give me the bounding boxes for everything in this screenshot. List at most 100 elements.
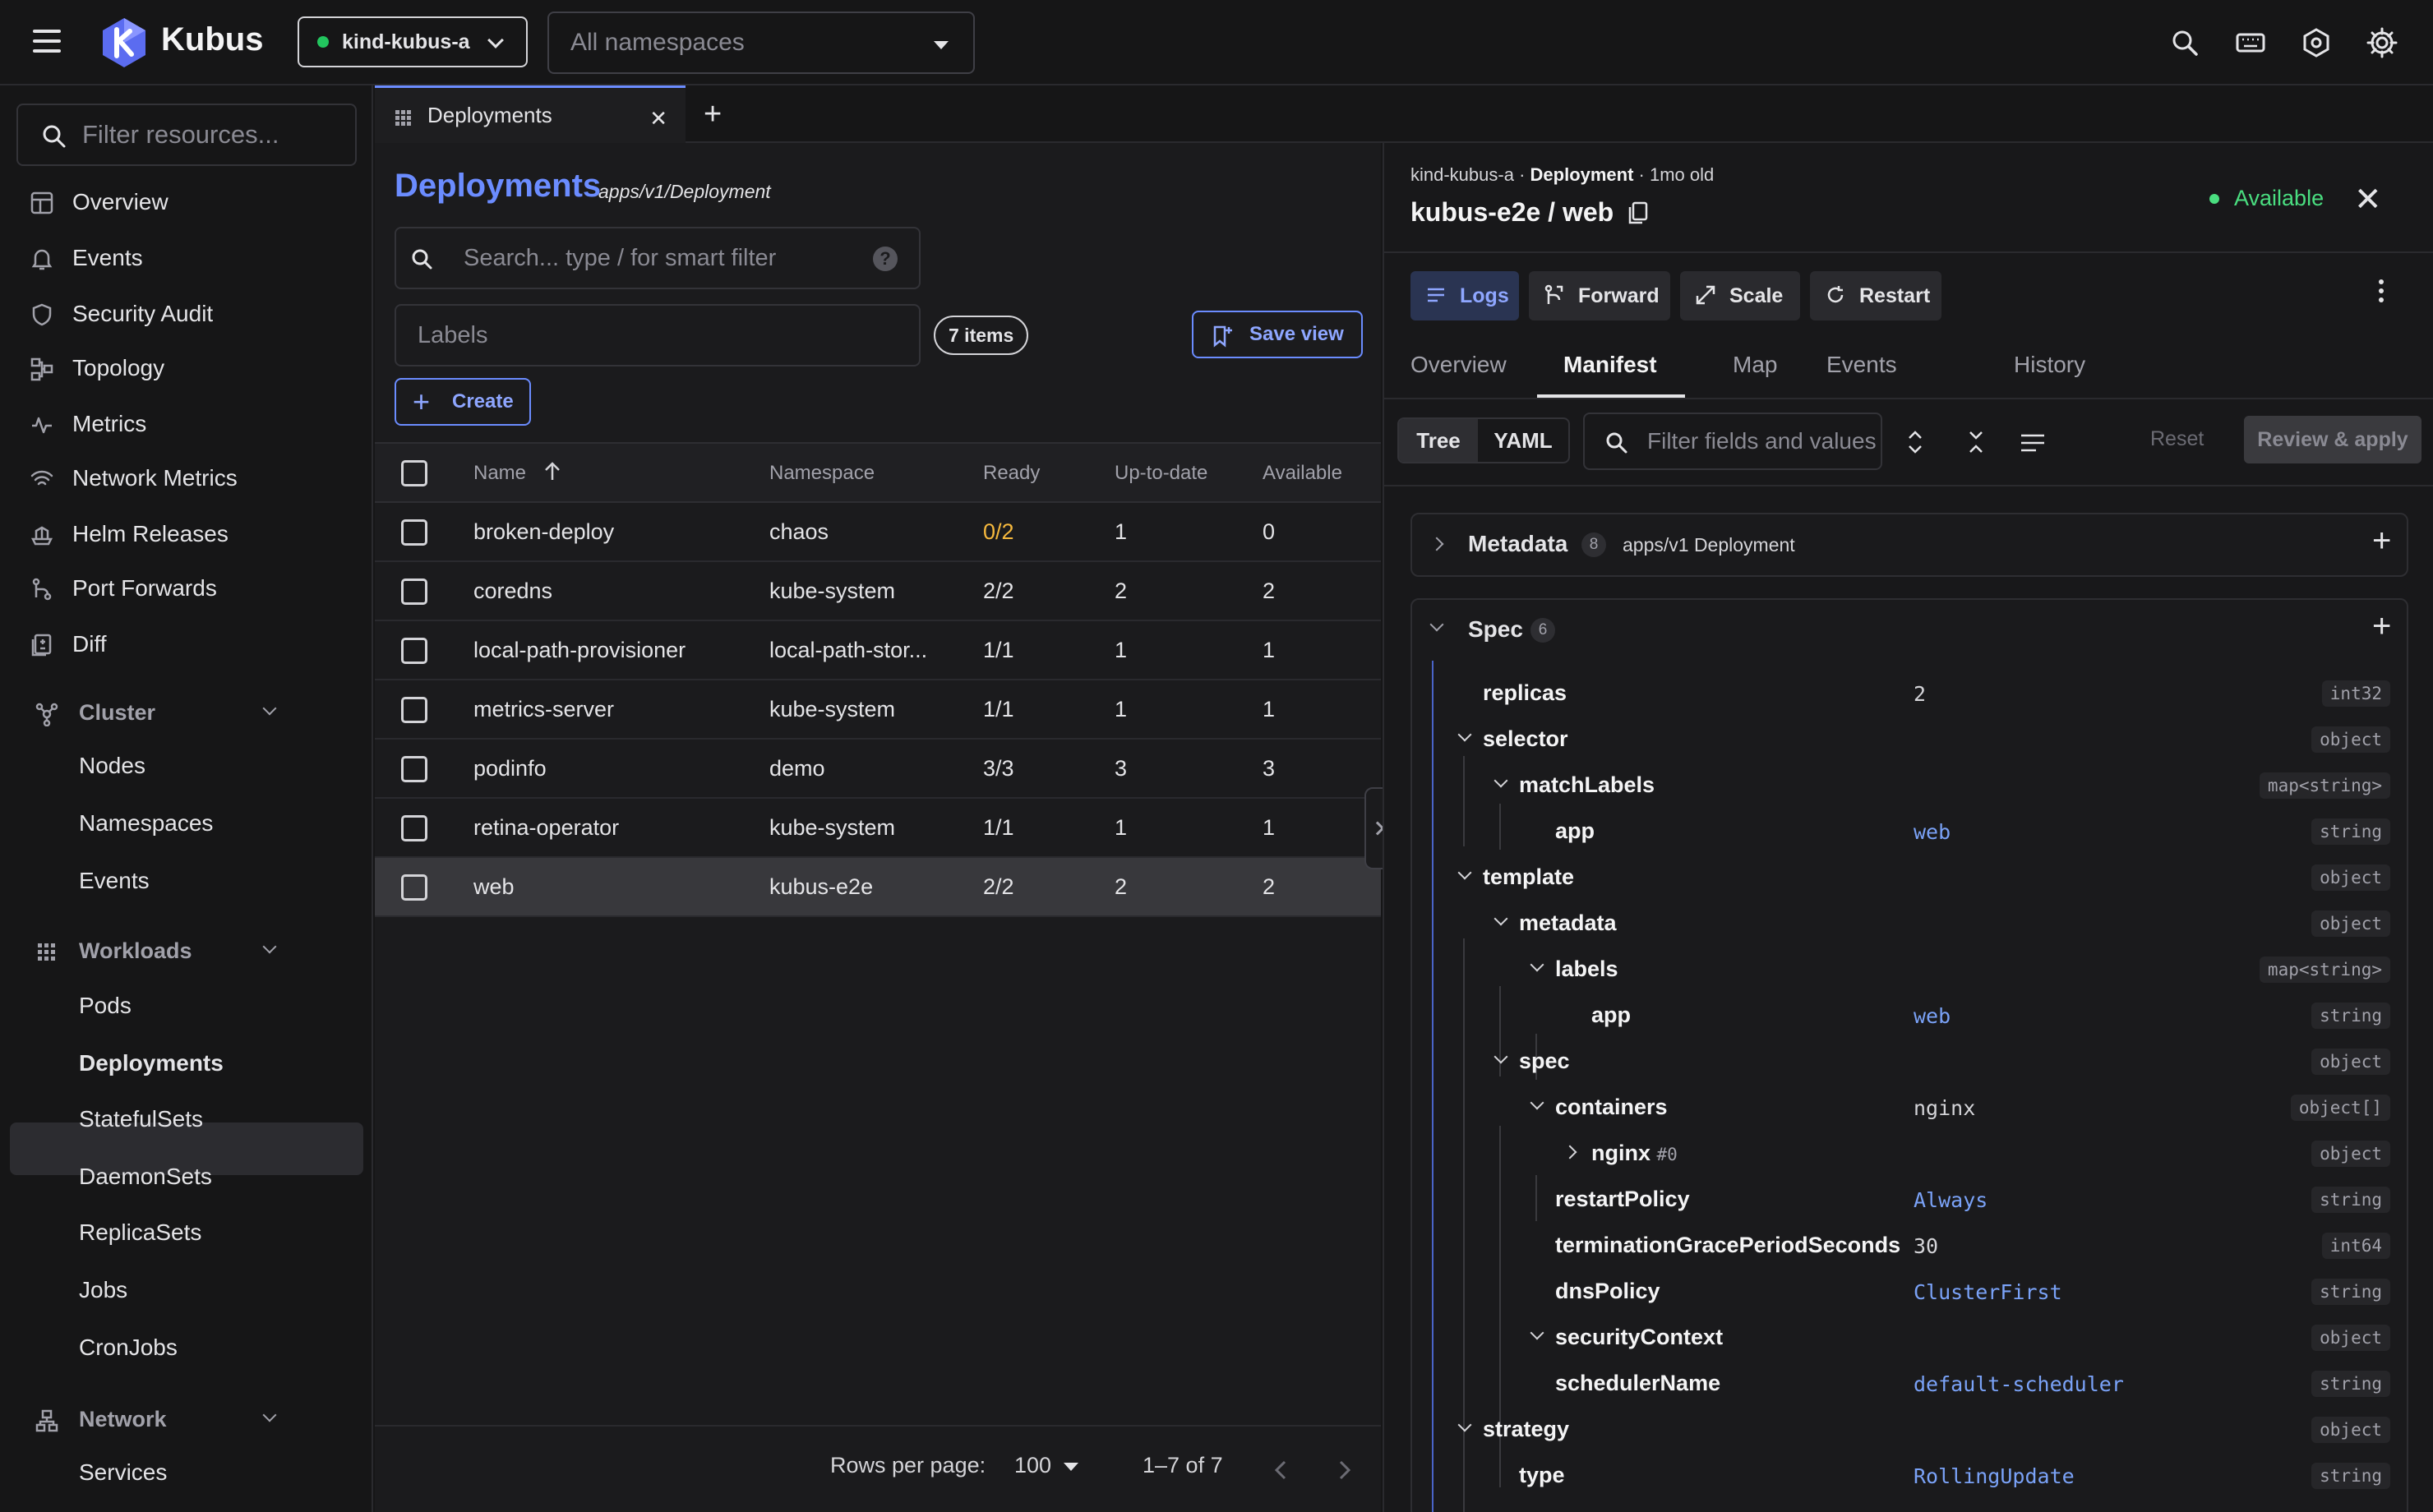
tree-row-securitycontext[interactable]: securityContext object (1414, 1315, 2408, 1361)
tree-row-template-metadata[interactable]: metadata object (1414, 901, 2408, 947)
sidebar-item-topology[interactable]: Topology (0, 343, 373, 393)
sidebar-item-namespaces[interactable]: Namespaces (79, 810, 213, 837)
restart-button[interactable]: Restart (1810, 271, 1941, 320)
sidebar-item-nodes[interactable]: Nodes (79, 753, 145, 779)
table-row[interactable]: podinfo demo 3/3 3 3 (375, 740, 1381, 799)
row-checkbox[interactable] (401, 579, 427, 605)
tree-row-nginx[interactable]: nginx #0 object (1414, 1131, 2408, 1177)
row-checkbox[interactable] (401, 697, 427, 723)
row-checkbox[interactable] (401, 519, 427, 546)
row-checkbox[interactable] (401, 874, 427, 901)
collapse-all-icon[interactable] (1966, 429, 1986, 455)
tree-row-labels[interactable]: labels map<string> (1414, 947, 2408, 993)
rows-per-page-select[interactable]: 100 (1014, 1453, 1051, 1478)
table-row[interactable]: metrics-server kube-system 1/1 1 1 (375, 680, 1381, 740)
tab-events[interactable]: Events (1826, 352, 1897, 378)
scale-button[interactable]: Scale (1680, 271, 1800, 320)
sidebar-item-daemonsets[interactable]: DaemonSets (79, 1164, 212, 1190)
filter-fields-input[interactable]: Filter fields and values (1583, 413, 1882, 470)
keyboard-icon[interactable] (2234, 26, 2267, 59)
sidebar-item-diff[interactable]: Diff (0, 620, 373, 669)
logs-button[interactable]: Logs (1410, 271, 1519, 320)
sidebar-item-events[interactable]: Events (0, 233, 373, 283)
help-icon[interactable]: ? (873, 247, 898, 271)
table-row[interactable]: retina-operator kube-system 1/1 1 1 (375, 799, 1381, 858)
review-apply-button[interactable]: Review & apply (2244, 416, 2421, 463)
tree-row-dnspolicy[interactable]: dnsPolicy ClusterFirst string (1414, 1269, 2408, 1315)
tree-row-labels-app[interactable]: app web string (1414, 993, 2408, 1039)
table-row-selected[interactable]: web kubus-e2e 2/2 2 2 (375, 858, 1381, 917)
tree-view-button[interactable]: Tree (1399, 419, 1478, 462)
column-ready[interactable]: Ready (983, 462, 1040, 485)
sidebar-item-jobs[interactable]: Jobs (79, 1277, 127, 1303)
row-checkbox[interactable] (401, 638, 427, 664)
filter-resources-input[interactable]: Filter resources... (16, 104, 357, 166)
sidebar-item-network-metrics[interactable]: Network Metrics (0, 454, 373, 503)
yaml-view-button[interactable]: YAML (1478, 419, 1568, 462)
spec-header[interactable]: Spec 6 + (1412, 600, 2407, 661)
select-all-checkbox[interactable] (401, 460, 427, 486)
smart-search-input[interactable]: Search... type / for smart filter ? (395, 227, 921, 289)
more-actions-icon[interactable] (2379, 279, 2384, 307)
sidebar-item-statefulsets[interactable]: StatefulSets (79, 1106, 203, 1132)
new-tab-button[interactable]: + (704, 97, 722, 132)
sidebar-item-port-forwards[interactable]: Port Forwards (0, 564, 373, 613)
sidebar-section-workloads[interactable]: Workloads (0, 927, 373, 976)
add-field-icon[interactable]: + (2372, 523, 2391, 560)
row-checkbox[interactable] (401, 815, 427, 841)
tab-manifest[interactable]: Manifest (1563, 352, 1657, 378)
table-row[interactable]: broken-deploy chaos 0/2 1 0 (375, 503, 1381, 562)
menu-icon[interactable] (33, 30, 61, 54)
tab-history[interactable]: History (2014, 352, 2085, 378)
column-name[interactable]: Name (473, 462, 561, 485)
sidebar-item-overview[interactable]: Overview (0, 177, 373, 227)
close-tab-icon[interactable]: ✕ (649, 106, 667, 131)
chevron-right-icon[interactable] (1337, 1459, 1353, 1481)
tree-row-containers[interactable]: containers nginx object[] (1414, 1085, 2408, 1131)
reset-button[interactable]: Reset (2150, 427, 2204, 451)
tab-overview[interactable]: Overview (1410, 352, 1507, 378)
close-detail-icon[interactable]: ✕ (2354, 181, 2382, 219)
sidebar-item-services[interactable]: Services (79, 1459, 167, 1486)
table-row[interactable]: coredns kube-system 2/2 2 2 (375, 562, 1381, 621)
tree-row-schedulername[interactable]: schedulerName default-scheduler string (1414, 1361, 2408, 1407)
row-checkbox[interactable] (401, 756, 427, 782)
labels-filter-input[interactable]: Labels (395, 304, 921, 366)
sidebar-item-replicasets[interactable]: ReplicaSets (79, 1219, 201, 1246)
tree-row-termination-grace[interactable]: terminationGracePeriodSeconds 30 int64 (1414, 1223, 2408, 1269)
tab-map[interactable]: Map (1733, 352, 1777, 378)
tree-row-strategy[interactable]: strategy object (1414, 1407, 2408, 1453)
metadata-header[interactable]: Metadata 8 apps/v1 Deployment + (1412, 514, 2407, 575)
sidebar-item-cluster-events[interactable]: Events (79, 868, 150, 894)
sidebar-item-metrics[interactable]: Metrics (0, 399, 373, 449)
sidebar-item-helm-releases[interactable]: Helm Releases (0, 509, 373, 559)
namespace-select[interactable]: All namespaces (547, 12, 975, 74)
table-row[interactable]: local-path-provisioner local-path-stor..… (375, 621, 1381, 680)
tree-row-strategy-type[interactable]: type RollingUpdate string (1414, 1453, 2408, 1499)
sidebar-item-deployments[interactable]: Deployments (79, 1050, 224, 1076)
chevron-left-icon[interactable] (1272, 1459, 1289, 1481)
tree-row-matchlabels[interactable]: matchLabels map<string> (1414, 763, 2408, 809)
column-namespace[interactable]: Namespace (769, 462, 875, 485)
tree-row-restartpolicy[interactable]: restartPolicy Always string (1414, 1177, 2408, 1223)
bug-settings-icon[interactable] (2300, 26, 2333, 59)
expand-all-icon[interactable] (1905, 429, 1925, 455)
sidebar-item-security-audit[interactable]: Security Audit (0, 289, 373, 339)
tree-row-template[interactable]: template object (1414, 855, 2408, 901)
sidebar-item-cronjobs[interactable]: CronJobs (79, 1335, 178, 1361)
tree-row-template-spec[interactable]: spec object (1414, 1039, 2408, 1085)
copy-icon[interactable] (1627, 201, 1649, 225)
create-button[interactable]: + Create (395, 378, 531, 426)
search-icon[interactable] (2168, 26, 2201, 59)
add-field-icon[interactable]: + (2372, 608, 2391, 645)
tree-row-replicas[interactable]: replicas 2 int32 (1414, 671, 2408, 717)
sidebar-section-network[interactable]: Network (0, 1395, 373, 1445)
gear-icon[interactable] (2366, 26, 2398, 59)
tree-row-selector-app[interactable]: app web string (1414, 809, 2408, 855)
save-view-button[interactable]: Save view (1192, 311, 1363, 358)
tree-row-selector[interactable]: selector object (1414, 717, 2408, 763)
tab-deployments[interactable]: Deployments ✕ (375, 85, 686, 143)
column-available[interactable]: Available (1263, 462, 1342, 485)
sidebar-section-cluster[interactable]: Cluster (0, 689, 373, 738)
forward-button[interactable]: Forward (1529, 271, 1670, 320)
